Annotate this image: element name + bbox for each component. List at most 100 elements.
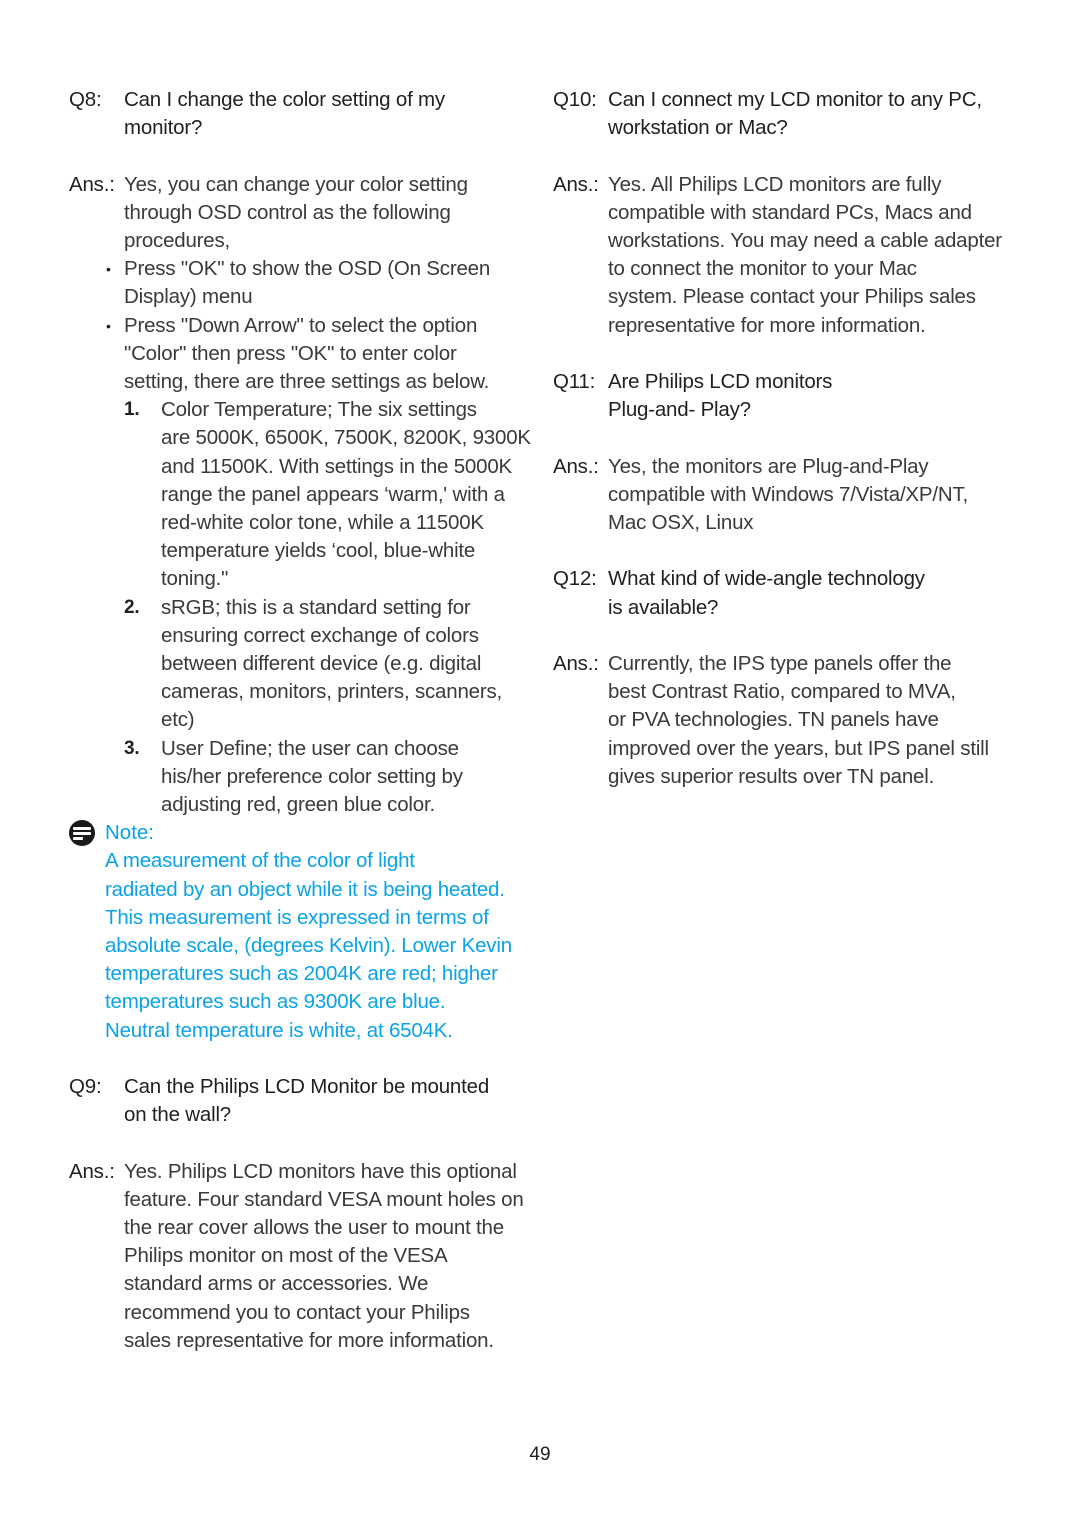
item-number: 1. <box>124 399 140 421</box>
question-label: Q11: <box>553 370 596 393</box>
bullet-line: Display) menu <box>124 285 253 309</box>
note-label: Note: <box>105 821 154 845</box>
item-line: range the panel appears ‘warm,' with a <box>161 482 505 506</box>
answer-line: improved over the years, but IPS panel s… <box>608 736 989 760</box>
question-line: Are Philips LCD monitors <box>608 370 833 393</box>
item-line: his/her preference color setting by <box>161 764 463 788</box>
answer-line: through OSD control as the following <box>124 200 451 224</box>
question-text: What kind of wide-angle technology is av… <box>608 565 1023 621</box>
answer-line: Yes. All Philips LCD monitors are fully <box>608 172 942 196</box>
note-line: radiated by an object while it is being … <box>105 877 505 901</box>
question-line: Plug-and- Play? <box>608 398 751 422</box>
item-line: Color Temperature; The six settings <box>161 398 477 422</box>
item-line: cameras, monitors, printers, scanners, <box>161 680 503 704</box>
question-line: workstation or Mac? <box>608 116 788 140</box>
answer-line: representative for more information. <box>608 313 926 337</box>
answer-label: Ans.: <box>69 172 115 196</box>
answer-text: Yes. All Philips LCD monitors are fully … <box>608 171 1023 340</box>
item-line: temperature yields ‘cool, blue-white <box>161 539 476 563</box>
answer-line: Currently, the IPS type panels offer the <box>608 651 952 675</box>
question-line: Can I change the color setting of my <box>124 88 445 111</box>
bullet-icon: • <box>106 317 111 334</box>
question-text: Can the Philips LCD Monitor be mounted o… <box>124 1073 529 1129</box>
answer-line: Yes, you can change your color setting <box>124 172 468 196</box>
question-q10: Q10: Can I connect my LCD monitor to any… <box>553 86 1023 142</box>
question-line: Can I connect my LCD monitor to any PC, <box>608 88 982 111</box>
faq-q12: Q12: What kind of wide-angle technology … <box>553 565 1023 791</box>
answer-line: Yes. Philips LCD monitors have this opti… <box>124 1159 517 1183</box>
numbered-item: 2. sRGB; this is a standard setting for … <box>69 594 529 735</box>
item-text: User Define; the user can choose his/her… <box>161 735 529 820</box>
question-label: Q12: <box>553 567 597 591</box>
item-number: 2. <box>124 596 140 618</box>
answer-line: workstations. You may need a cable adapt… <box>608 229 1002 252</box>
item-line: red-white color tone, while a 11500K <box>161 511 484 535</box>
note-line: absolute scale, (degrees Kelvin). Lower … <box>105 934 512 958</box>
question-q9: Q9: Can the Philips LCD Monitor be mount… <box>69 1073 529 1129</box>
answer-text: Currently, the IPS type panels offer the… <box>608 650 1023 791</box>
item-line: are 5000K, 6500K, 7500K, 8200K, 9300K <box>161 426 531 450</box>
answer-label: Ans.: <box>553 454 599 478</box>
bullet-line: "Color" then press "OK" to enter color <box>124 341 457 365</box>
bullet-line: setting, there are three settings as bel… <box>124 370 490 394</box>
answer-line: best Contrast Ratio, compared to MVA, <box>608 680 956 704</box>
answer-text: Yes, the monitors are Plug-and-Play comp… <box>608 453 1023 538</box>
item-line: and 11500K. With settings in the 5000K <box>161 454 513 478</box>
answer-line: recommend you to contact your Philips <box>124 1300 470 1324</box>
question-q11: Q11: Are Philips LCD monitors Plug-and- … <box>553 368 1023 424</box>
answer-line: standard arms or accessories. We <box>124 1272 429 1296</box>
answer-label: Ans.: <box>553 172 599 196</box>
numbered-item: 3. User Define; the user can choose his/… <box>69 735 529 820</box>
item-number: 3. <box>124 737 140 759</box>
note-line: A measurement of the color of light <box>105 849 415 873</box>
question-text: Can I connect my LCD monitor to any PC, … <box>608 86 1023 142</box>
answer-line: procedures, <box>124 229 231 252</box>
faq-q11: Q11: Are Philips LCD monitors Plug-and- … <box>553 368 1023 537</box>
answer-line: to connect the monitor to your Mac <box>608 257 917 281</box>
answer-line: gives superior results over TN panel. <box>608 764 935 788</box>
bullet-line: Press "Down Arrow" to select the option <box>124 313 478 337</box>
answer-line: compatible with standard PCs, Macs and <box>608 200 972 224</box>
bullet-icon: • <box>106 261 111 278</box>
item-line: toning." <box>161 567 229 591</box>
right-column: Q10: Can I connect my LCD monitor to any… <box>553 86 1023 791</box>
item-text: sRGB; this is a standard setting for ens… <box>161 594 529 735</box>
answer-text: Yes, you can change your color setting t… <box>124 171 529 256</box>
answer-q12: Ans.: Currently, the IPS type panels off… <box>553 650 1023 791</box>
question-q8: Q8: Can I change the color setting of my… <box>69 86 529 142</box>
note-line: temperatures such as 2004K are red; high… <box>105 962 498 986</box>
answer-line: compatible with Windows 7/Vista/XP/NT, <box>608 482 969 506</box>
answer-line: system. Please contact your Philips sale… <box>608 285 976 309</box>
answer-line: Mac OSX, Linux <box>608 511 754 534</box>
answer-line: or PVA technologies. TN panels have <box>608 708 939 732</box>
question-text: Can I change the color setting of my mon… <box>124 86 529 142</box>
answer-text: Yes. Philips LCD monitors have this opti… <box>124 1158 529 1355</box>
item-line: etc) <box>161 708 195 732</box>
faq-q9: Q9: Can the Philips LCD Monitor be mount… <box>69 1073 529 1355</box>
bullet-line: Press "OK" to show the OSD (On Screen <box>124 257 491 281</box>
item-line: User Define; the user can choose <box>161 736 459 760</box>
answer-q10: Ans.: Yes. All Philips LCD monitors are … <box>553 171 1023 340</box>
page-number: 49 <box>529 1444 551 1465</box>
question-q12: Q12: What kind of wide-angle technology … <box>553 565 1023 621</box>
bullet-item: • Press "OK" to show the OSD (On Screen … <box>69 255 529 311</box>
note-header: Note: <box>69 819 529 847</box>
question-line: What kind of wide-angle technology <box>608 567 925 591</box>
item-line: ensuring correct exchange of colors <box>161 623 479 647</box>
question-line: Can the Philips LCD Monitor be mounted <box>124 1075 490 1099</box>
left-column: Q8: Can I change the color setting of my… <box>69 86 531 1355</box>
question-label: Q8: <box>69 88 102 111</box>
answer-line: feature. Four standard VESA mount holes … <box>124 1187 524 1211</box>
note-line: temperatures such as 9300K are blue. <box>105 990 446 1014</box>
faq-q10: Q10: Can I connect my LCD monitor to any… <box>553 86 1023 340</box>
note-line: This measurement is expressed in terms o… <box>105 905 489 929</box>
answer-line: the rear cover allows the user to mount … <box>124 1216 504 1240</box>
note-body: A measurement of the color of light radi… <box>69 847 529 1044</box>
answer-line: Yes, the monitors are Plug-and-Play <box>608 454 929 478</box>
answer-line: Philips monitor on most of the VESA <box>124 1244 448 1268</box>
bullet-text: Press "OK" to show the OSD (On Screen Di… <box>124 255 529 311</box>
note-line: Neutral temperature is white, at 6504K. <box>105 1018 453 1042</box>
answer-line: sales representative for more informatio… <box>124 1328 494 1352</box>
answer-label: Ans.: <box>553 651 599 675</box>
question-label: Q9: <box>69 1075 102 1099</box>
